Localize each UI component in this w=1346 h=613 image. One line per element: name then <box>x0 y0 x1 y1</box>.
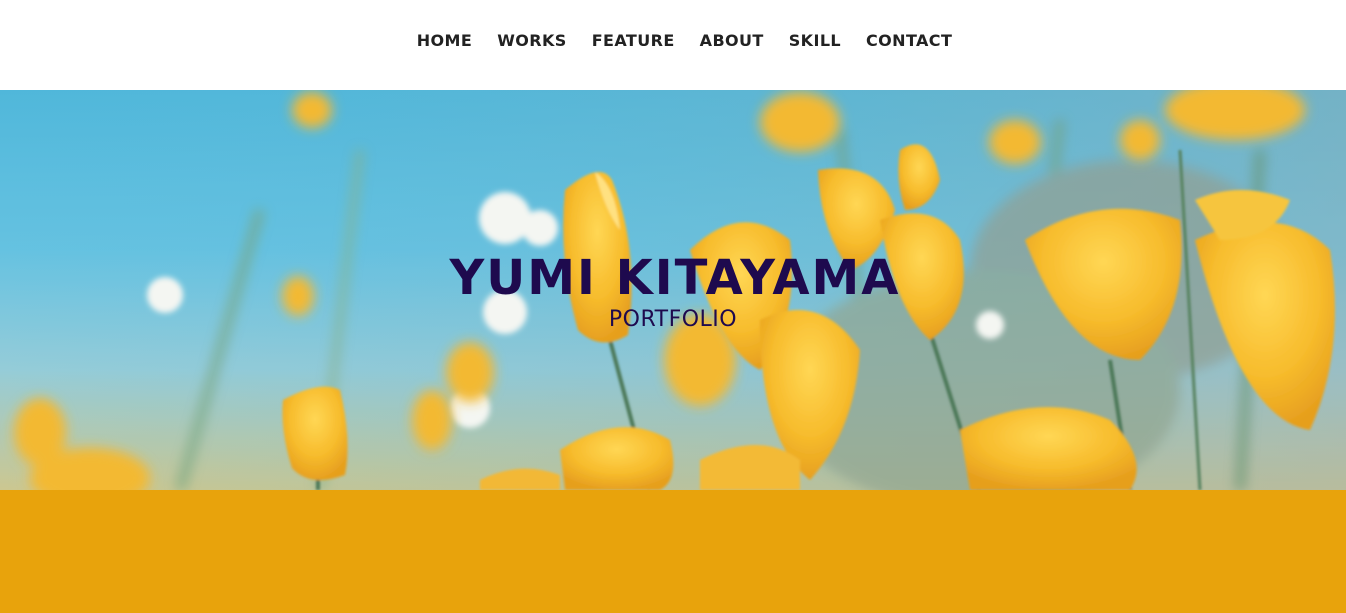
accent-band <box>0 490 1346 613</box>
nav-item-works[interactable]: WORKS <box>497 30 567 52</box>
nav-item-home[interactable]: HOME <box>417 30 472 52</box>
hero-banner: YUMI KITAYAMA PORTFOLIO <box>0 90 1346 490</box>
nav-item-skill[interactable]: SKILL <box>789 30 841 52</box>
main-nav: HOME WORKS FEATURE ABOUT SKILL CONTACT <box>0 30 1346 52</box>
nav-item-feature[interactable]: FEATURE <box>592 30 675 52</box>
hero-subtitle: PORTFOLIO <box>608 307 738 332</box>
nav-item-contact[interactable]: CONTACT <box>866 30 952 52</box>
site-header: HOME WORKS FEATURE ABOUT SKILL CONTACT <box>0 0 1346 90</box>
nav-item-about[interactable]: ABOUT <box>700 30 764 52</box>
hero-title: YUMI KITAYAMA <box>449 250 901 306</box>
